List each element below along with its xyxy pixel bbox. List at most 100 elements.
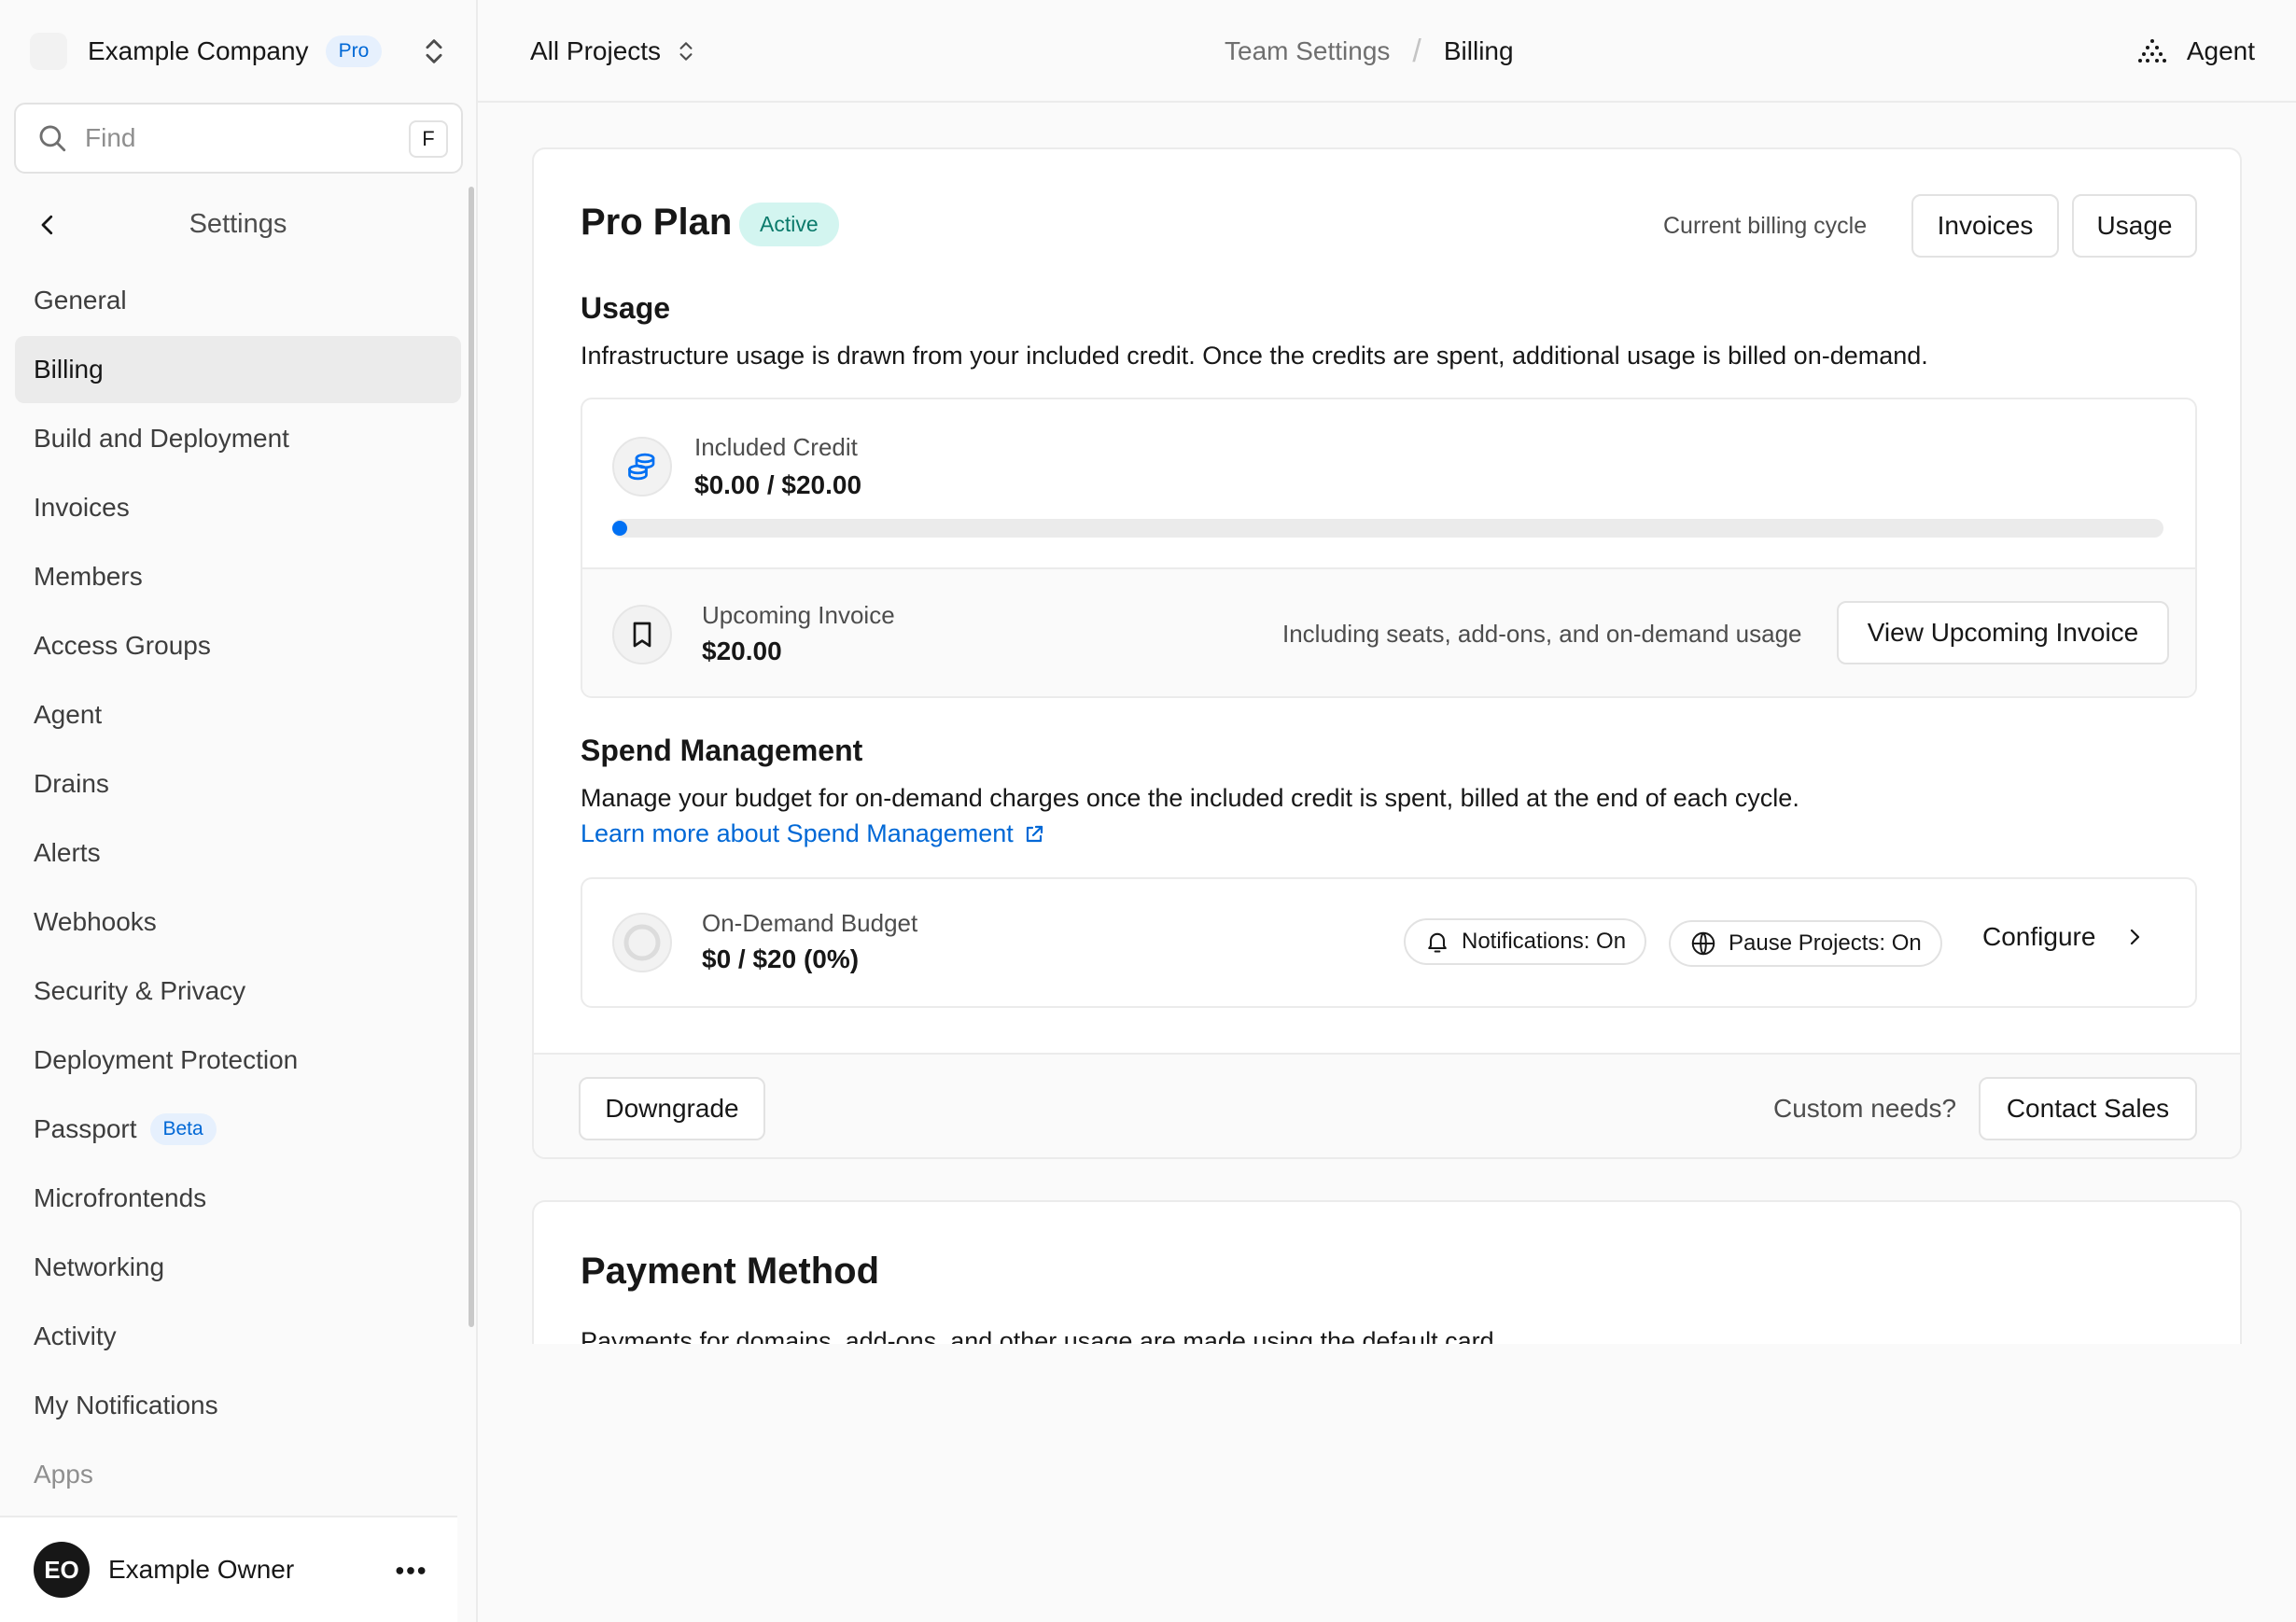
upcoming-invoice-row: Upcoming Invoice $20.00 Including seats,… [582,567,2195,696]
sidebar-item-label: Agent [34,700,103,729]
sidebar-item-microfrontends[interactable]: Microfrontends [15,1165,461,1232]
on-demand-budget-value: $0 / $20 (0%) [702,944,860,973]
receipt-icon-wrap [612,605,672,664]
sidebar-item-alerts[interactable]: Alerts [15,819,461,887]
learn-more-link[interactable]: Learn more about Spend Management [581,819,1045,848]
sidebar-item-label: Webhooks [34,907,157,936]
sidebar-item-label: Members [34,562,143,591]
sidebar-item-label: Alerts [34,838,101,867]
downgrade-button[interactable]: Downgrade [579,1077,765,1140]
sidebar-item-label: Billing [34,355,104,384]
sidebar-item-label: General [34,286,127,315]
sidebar-item-members[interactable]: Members [15,543,461,610]
included-credit-value: $0.00 / $20.00 [694,470,862,499]
usage-box: Included Credit $0.00 / $20.00 Upcoming … [581,398,2197,698]
included-credit-progress [612,519,2163,538]
breadcrumb-billing: Billing [1443,36,1514,65]
all-projects-selector[interactable]: All Projects [530,28,698,75]
upcoming-invoice-value: $20.00 [702,636,782,665]
settings-nav: General Billing Build and Deployment Inv… [15,267,461,1510]
notifications-pill[interactable]: Notifications: On [1404,918,1647,965]
budget-ring-wrap [612,913,672,972]
sidebar-item-agent[interactable]: Agent [15,681,461,748]
beta-badge: Beta [149,1113,217,1145]
invoices-button[interactable]: Invoices [1911,194,2059,258]
payment-method-title: Payment Method [581,1251,880,1292]
user-menu[interactable]: EO Example Owner [0,1516,457,1622]
sidebar-item-label: Security & Privacy [34,976,246,1005]
sidebar-scrollbar[interactable] [469,187,474,1327]
sidebar-item-label: Access Groups [34,631,211,660]
usage-button[interactable]: Usage [2072,194,2197,258]
sidebar-item-my-notifications[interactable]: My Notifications [15,1372,461,1439]
plan-badge: Pro [325,35,383,67]
more-options-icon[interactable] [392,1555,429,1587]
agent-dots-icon [2137,39,2166,63]
team-name: Example Company [88,36,309,65]
team-switcher[interactable]: Example Company Pro [0,0,476,103]
budget-ring-icon [623,924,661,961]
view-upcoming-invoice-label: View Upcoming Invoice [1867,618,2139,647]
sidebar-item-billing[interactable]: Billing [15,336,461,403]
status-badge: Active [739,203,839,246]
sidebar-item-deployment-protection[interactable]: Deployment Protection [15,1027,461,1094]
sidebar-item-drains[interactable]: Drains [15,750,461,818]
payment-method-description: Payments for domains, add-ons, and other… [581,1327,1502,1344]
chevron-up-down-icon[interactable] [418,35,450,67]
notifications-pill-label: Notifications: On [1462,929,1627,954]
find-shortcut-key: F [409,120,448,158]
configure-label: Configure [1982,922,2096,951]
downgrade-label: Downgrade [605,1094,739,1123]
bell-icon [1428,932,1447,953]
on-demand-budget-label: On-Demand Budget [702,909,918,937]
globe-icon [1691,931,1715,956]
pause-projects-pill[interactable]: Pause Projects: On [1669,920,1942,967]
usage-description: Infrastructure usage is drawn from your … [581,342,1928,370]
sidebar-item-label: Deployment Protection [34,1045,299,1074]
sidebar-item-label: Apps [34,1460,93,1489]
upcoming-invoice-label: Upcoming Invoice [702,601,895,629]
sidebar-item-security-privacy[interactable]: Security & Privacy [15,958,461,1025]
all-projects-label: All Projects [530,36,662,65]
chevron-right-icon [2131,929,2140,945]
upcoming-invoice-note: Including seats, add-ons, and on-demand … [1282,620,1802,648]
back-arrow-icon[interactable] [34,211,62,239]
sidebar-item-webhooks[interactable]: Webhooks [15,888,461,956]
configure-button[interactable]: Configure [1982,922,2146,952]
agent-button[interactable]: Agent [2137,28,2255,75]
chevron-up-down-icon [679,42,693,61]
contact-sales-label: Contact Sales [2006,1094,2170,1123]
sidebar-item-networking[interactable]: Networking [15,1234,461,1301]
plan-title: Pro Plan [581,202,733,243]
sidebar-item-access-groups[interactable]: Access Groups [15,612,461,679]
pro-plan-card: Pro Plan Active Current billing cycle In… [532,147,2242,1159]
billing-cycle-label: Current billing cycle [1663,213,1868,239]
pause-projects-pill-label: Pause Projects: On [1729,930,1922,956]
view-upcoming-invoice-button[interactable]: View Upcoming Invoice [1837,601,2169,664]
plan-card-footer: Downgrade Custom needs? Contact Sales [534,1053,2240,1157]
on-demand-budget-box: On-Demand Budget $0 / $20 (0%) Notificat… [581,877,2197,1008]
sidebar-item-general[interactable]: General [15,267,461,334]
sidebar-item-invoices[interactable]: Invoices [15,474,461,541]
settings-title: Settings [189,208,287,239]
find-placeholder: Find [85,123,136,152]
sidebar-item-activity[interactable]: Activity [15,1303,461,1370]
contact-sales-button[interactable]: Contact Sales [1979,1077,2197,1140]
sidebar-item-label: My Notifications [34,1391,218,1419]
team-logo [30,33,67,70]
progress-indicator [612,521,627,536]
spend-management-title: Spend Management [581,734,863,767]
avatar: EO [34,1542,90,1598]
sidebar: Example Company Pro Find F Settings Gene… [0,0,478,1622]
invoices-button-label: Invoices [1937,211,2034,240]
find-input[interactable]: Find F [14,103,463,174]
sidebar-item-build-and-deployment[interactable]: Build and Deployment [15,405,461,472]
agent-label: Agent [2186,36,2255,65]
breadcrumb-team-settings[interactable]: Team Settings [1225,36,1390,66]
sidebar-item-passport[interactable]: Passport Beta [15,1096,461,1163]
usage-button-label: Usage [2096,211,2173,240]
sidebar-item-apps[interactable]: Apps [15,1441,461,1508]
receipt-icon [633,622,651,648]
settings-header: Settings [0,196,476,252]
coins-icon [628,453,655,481]
